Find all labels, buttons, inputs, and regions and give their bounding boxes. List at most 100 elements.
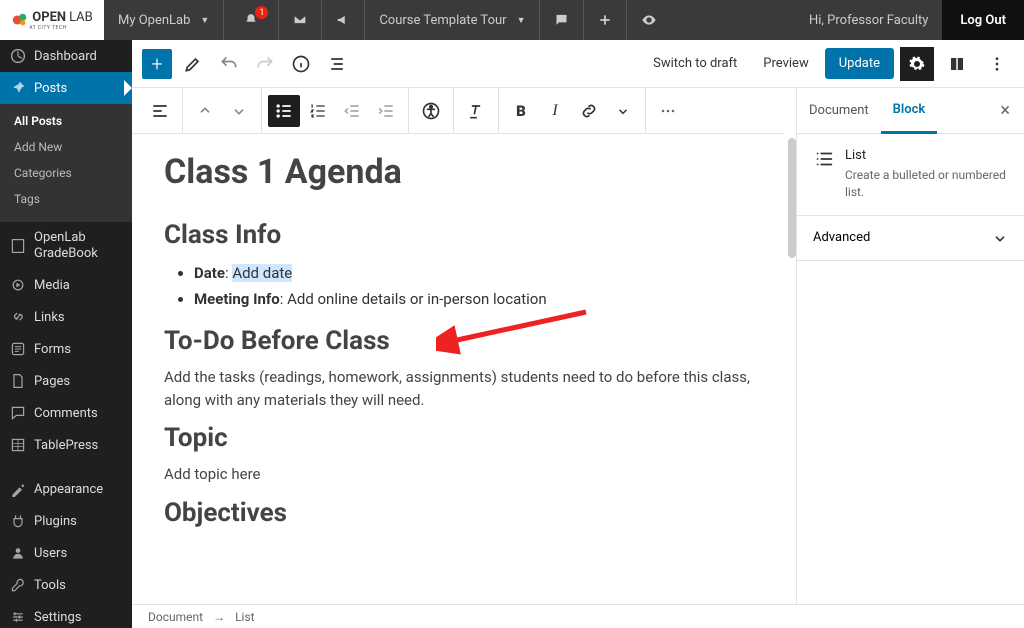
- breadcrumb-list[interactable]: List: [235, 610, 255, 624]
- sidebar-item-links[interactable]: Links: [0, 301, 132, 333]
- sidebar-comments-label: Comments: [34, 406, 98, 421]
- scrollbar[interactable]: [788, 138, 796, 258]
- sidebar-settings-label: Settings: [34, 610, 81, 625]
- subitem-tags[interactable]: Tags: [0, 186, 132, 212]
- sidebar-links-label: Links: [34, 310, 65, 325]
- sidebar-pages-label: Pages: [34, 374, 70, 389]
- more-menu-button[interactable]: [980, 47, 1014, 81]
- forms-icon: [10, 341, 26, 357]
- sidebar-item-plugins[interactable]: Plugins: [0, 505, 132, 537]
- add-new-menu[interactable]: [584, 0, 627, 40]
- sidebar-appearance-label: Appearance: [34, 482, 103, 497]
- edit-mode-button[interactable]: [178, 49, 208, 79]
- subitem-add-new[interactable]: Add New: [0, 134, 132, 160]
- gradebook-icon: [10, 238, 26, 254]
- heading-todo[interactable]: To-Do Before Class: [164, 326, 766, 356]
- sidebar-item-tools[interactable]: Tools: [0, 569, 132, 601]
- sidebar-plugins-label: Plugins: [34, 514, 77, 529]
- pages-icon: [10, 373, 26, 389]
- outline-button[interactable]: [322, 49, 352, 79]
- preview-link[interactable]: Preview: [753, 56, 818, 71]
- advanced-panel-toggle[interactable]: Advanced: [797, 216, 1024, 261]
- sidebar-item-posts[interactable]: Posts: [0, 72, 132, 104]
- logo-text-open: OPEN: [32, 10, 66, 25]
- list-item[interactable]: Date: Add date: [194, 260, 766, 286]
- appearance-icon: [10, 481, 26, 497]
- sidebar-posts-label: Posts: [34, 81, 67, 96]
- logo-text-lab: LAB: [69, 10, 93, 25]
- sidebar-gradebook-label: OpenLab GradeBook: [34, 230, 122, 261]
- subitem-all-posts[interactable]: All Posts: [0, 108, 132, 134]
- logo-subtext: AT CITY TECH: [29, 25, 93, 31]
- info-button[interactable]: [286, 49, 316, 79]
- post-title[interactable]: Class 1 Agenda: [164, 152, 766, 192]
- close-settings-button[interactable]: ×: [986, 100, 1024, 121]
- course-tour-menu[interactable]: Course Template Tour▼: [365, 0, 540, 40]
- breadcrumb-separator: →: [213, 610, 225, 624]
- jetpack-button[interactable]: [940, 47, 974, 81]
- sidebar-item-gradebook[interactable]: OpenLab GradeBook: [0, 222, 132, 269]
- advanced-label: Advanced: [813, 230, 870, 245]
- list-item-value[interactable]: Add online details or in-person location: [287, 290, 547, 308]
- heading-objectives[interactable]: Objectives: [164, 498, 766, 528]
- chevron-down-icon: [992, 230, 1008, 246]
- sidebar-users-label: Users: [34, 546, 67, 561]
- block-settings-title: List: [845, 148, 1008, 163]
- block-settings-desc: Create a bulleted or numbered list.: [845, 167, 1008, 201]
- greeting-label: Hi, Professor Faculty: [809, 13, 928, 28]
- sidebar-item-settings[interactable]: Settings: [0, 601, 132, 628]
- list-item[interactable]: Meeting Info: Add online details or in-p…: [194, 286, 766, 312]
- subitem-categories[interactable]: Categories: [0, 160, 132, 186]
- sidebar-item-dashboard[interactable]: Dashboard: [0, 40, 132, 72]
- messages-menu[interactable]: [279, 0, 322, 40]
- heading-topic[interactable]: Topic: [164, 423, 766, 453]
- notification-badge: 1: [255, 6, 268, 19]
- sidebar-item-tablepress[interactable]: TablePress: [0, 429, 132, 461]
- greeting[interactable]: Hi, Professor Faculty: [795, 0, 942, 40]
- redo-button[interactable]: [250, 49, 280, 79]
- tools-icon: [10, 577, 26, 593]
- sidebar-item-users[interactable]: Users: [0, 537, 132, 569]
- paragraph-block[interactable]: Add the tasks (readings, homework, assig…: [164, 366, 766, 411]
- undo-button[interactable]: [214, 49, 244, 79]
- settings-tab-document[interactable]: Document: [797, 88, 881, 133]
- tablepress-icon: [10, 437, 26, 453]
- list-item-label: Date: [194, 264, 225, 282]
- paragraph-block[interactable]: Add topic here: [164, 463, 766, 486]
- update-button[interactable]: Update: [825, 48, 894, 79]
- settings-gear-button[interactable]: [900, 47, 934, 81]
- list-icon: [813, 148, 835, 201]
- add-block-button[interactable]: +: [142, 49, 172, 79]
- plugins-icon: [10, 513, 26, 529]
- caret-down-icon: ▼: [200, 15, 209, 26]
- breadcrumb-document[interactable]: Document: [148, 610, 203, 624]
- media-icon: [10, 277, 26, 293]
- my-openlab-label: My OpenLab: [118, 13, 190, 28]
- caret-down-icon: ▼: [517, 15, 526, 26]
- comments-icon: [10, 405, 26, 421]
- settings-tab-block[interactable]: Block: [881, 89, 938, 134]
- list-block[interactable]: Date: Add date Meeting Info: Add online …: [164, 260, 766, 312]
- sidebar-item-pages[interactable]: Pages: [0, 365, 132, 397]
- settings-icon: [10, 609, 26, 625]
- sidebar-media-label: Media: [34, 278, 70, 293]
- sidebar-forms-label: Forms: [34, 342, 71, 357]
- my-openlab-menu[interactable]: My OpenLab ▼: [104, 0, 224, 40]
- logout-button[interactable]: Log Out: [942, 0, 1024, 40]
- dashboard-icon: [10, 48, 26, 64]
- notifications-menu[interactable]: 1: [224, 0, 279, 40]
- sidebar-item-media[interactable]: Media: [0, 269, 132, 301]
- list-item-label: Meeting Info: [194, 290, 280, 308]
- comments-notif[interactable]: [540, 0, 584, 40]
- switch-to-draft-link[interactable]: Switch to draft: [643, 56, 747, 71]
- sidebar-item-comments[interactable]: Comments: [0, 397, 132, 429]
- pushpin-icon: [10, 80, 26, 96]
- list-item-value-highlighted[interactable]: Add date: [232, 264, 292, 282]
- announce-menu[interactable]: [322, 0, 365, 40]
- sidebar-tablepress-label: TablePress: [34, 438, 98, 453]
- heading-class-info[interactable]: Class Info: [164, 220, 766, 250]
- sidebar-item-appearance[interactable]: Appearance: [0, 473, 132, 505]
- visibility-menu[interactable]: [627, 0, 671, 40]
- sidebar-item-forms[interactable]: Forms: [0, 333, 132, 365]
- openlab-logo[interactable]: OPENLAB AT CITY TECH: [0, 0, 104, 40]
